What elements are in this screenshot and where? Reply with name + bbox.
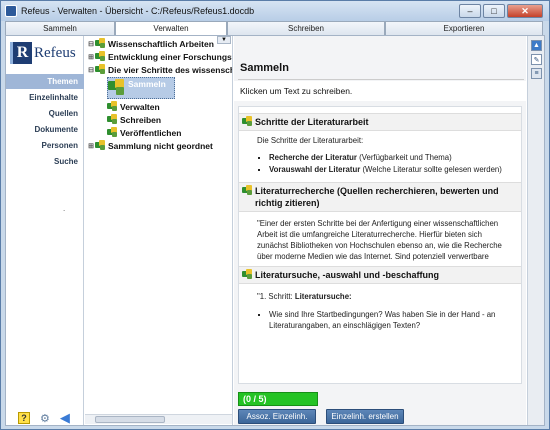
tree-node-label: Die vier Schritte des wissensch [108,64,233,75]
tab-exportieren[interactable]: Exportieren [385,21,543,35]
create-item-button[interactable]: Einzelinh. erstellen [326,409,404,424]
nav-item-personen[interactable]: Personen [6,138,84,153]
puzzle-icon [95,38,106,49]
assoc-button[interactable]: Assoz. Einzelinh. [238,409,316,424]
content-area: R Refeus Themen Einzelinhalte Quellen Do… [5,35,545,426]
section-body: "1. Schritt: Literatursuche: Wie sind Ih… [257,291,515,332]
puzzle-icon [107,101,118,112]
tab-schreiben[interactable]: Schreiben [227,21,385,35]
minimize-button[interactable]: – [459,4,481,18]
tree-node[interactable]: ⊞ Entwicklung einer Forschungsf [87,50,233,63]
section-heading[interactable]: Schritte der Literaturarbeit [239,113,521,131]
title-bar: Refeus - Verwalten - Übersicht - C:/Refe… [1,1,549,21]
tree-node[interactable]: ⊞ Sammlung nicht geordnet [87,139,213,152]
section-heading-text: Schritte der Literaturarbeit [255,117,369,127]
tree-node-label: Schreiben [120,114,162,125]
puzzle-icon [108,79,126,97]
main-tabs: Sammeln Verwalten Schreiben Exportieren [5,21,545,35]
section-intro: Die Schritte der Literaturarbeit: [257,136,364,145]
scrollbar-thumb[interactable] [95,416,165,423]
tab-verwalten[interactable]: Verwalten [115,21,227,35]
tree-node-label: Sammeln [128,79,166,89]
help-icon[interactable]: ? [18,412,30,424]
nav-item-themen[interactable]: Themen [6,74,84,89]
nav-item-quellen[interactable]: Quellen [6,106,84,121]
tree-node-label: Verwalten [120,101,160,112]
back-arrow-icon[interactable]: ◀ [60,410,70,426]
tree-node[interactable]: Schreiben [107,113,161,126]
puzzle-icon [95,64,106,75]
tree-node[interactable]: ⊟ Wissenschaftlich Arbeiten [87,37,214,50]
section-heading-text: Literaturrecherche (Quellen recherchiere… [255,186,499,208]
tree-node-label: Veröffentlichen [120,127,182,138]
tree-node-label: Wissenschaftlich Arbeiten [108,38,214,49]
refeus-logo: R Refeus [10,42,80,64]
edit-icon[interactable]: ✎ [531,54,542,65]
puzzle-icon [95,140,106,151]
puzzle-icon [242,116,253,127]
tree-dropdown-icon[interactable]: ▼ [217,36,231,44]
puzzle-icon [107,114,118,125]
section-text: "Einer der ersten Schritte bei der Anfer… [257,219,502,264]
close-button[interactable]: ✕ [507,4,543,18]
tree-node[interactable]: Verwalten [107,100,160,113]
tab-sammeln[interactable]: Sammeln [5,21,115,35]
app-icon [5,5,17,17]
list-item: Wie sind Ihre Startbedingungen? Was habe… [269,309,515,331]
maximize-button[interactable]: □ [483,4,505,18]
section-intro: "1. Schritt: Literatursuche: [257,292,352,301]
nav-dot: . [63,204,66,213]
left-bottom-tools: ? ⚙ ◀ [18,410,70,426]
puzzle-icon [242,185,253,196]
page-title: Sammeln [238,62,524,80]
window-title: Refeus - Verwalten - Übersicht - C:/Refe… [21,6,255,16]
description-field[interactable]: Klicken um Text zu schreiben. [234,81,526,101]
tree-node-label: Entwicklung einer Forschungsf [108,51,233,62]
left-nav-panel: R Refeus Themen Einzelinhalte Quellen Do… [6,36,84,425]
puzzle-icon [95,51,106,62]
section-heading-text: Literatursuche, -auswahl und -beschaffun… [255,270,440,280]
nav-item-suche[interactable]: Suche [6,154,84,169]
collapse-icon[interactable]: ⊟ [87,40,95,48]
topic-tree: ⊟ Wissenschaftlich Arbeiten ⊞ Entwicklun… [85,36,233,425]
tree-node[interactable]: Veröffentlichen [107,126,181,139]
expand-icon[interactable]: ⊞ [87,142,95,150]
gear-icon[interactable]: ⚙ [40,412,50,425]
nav-list: Themen Einzelinhalte Quellen Dokumente P… [6,74,84,170]
section-body: Die Schritte der Literaturarbeit: Recher… [257,135,515,176]
collapse-icon[interactable]: ⊟ [87,66,95,74]
document-view: Schritte der Literaturarbeit Die Schritt… [238,106,522,384]
tree-horizontal-scrollbar[interactable] [85,414,232,424]
section-heading[interactable]: Literatursuche, -auswahl und -beschaffun… [239,266,521,284]
main-panel: Sammeln Klicken um Text zu schreiben. Sc… [234,36,526,425]
section-heading[interactable]: Literaturrecherche (Quellen recherchiere… [239,182,521,212]
nav-item-dokumente[interactable]: Dokumente [6,122,84,137]
puzzle-icon [107,127,118,138]
up-arrow-icon[interactable]: ▲ [531,40,542,51]
list-item: Vorauswahl der Literatur (Welche Literat… [269,164,515,175]
expand-icon[interactable]: ⊞ [87,53,95,61]
progress-badge: (0 / 5) [238,392,318,406]
section-body: "Einer der ersten Schritte bei der Anfer… [257,218,515,264]
tree-node-label: Sammlung nicht geordnet [108,140,213,151]
list-icon[interactable]: ≡ [531,68,542,79]
puzzle-icon [242,269,253,280]
tree-node[interactable]: ⊟ Die vier Schritte des wissensch [87,63,233,76]
tree-node-selected[interactable]: Sammeln [107,77,175,99]
nav-item-einzelinhalte[interactable]: Einzelinhalte [6,90,84,105]
list-item: Recherche der Literatur (Verfügbarkeit u… [269,152,515,163]
logo-mark: R [10,42,32,64]
right-toolbar: ▲ ✎ ≡ [527,36,544,425]
logo-text: Refeus [34,44,76,61]
app-window: Refeus - Verwalten - Übersicht - C:/Refe… [0,0,550,430]
